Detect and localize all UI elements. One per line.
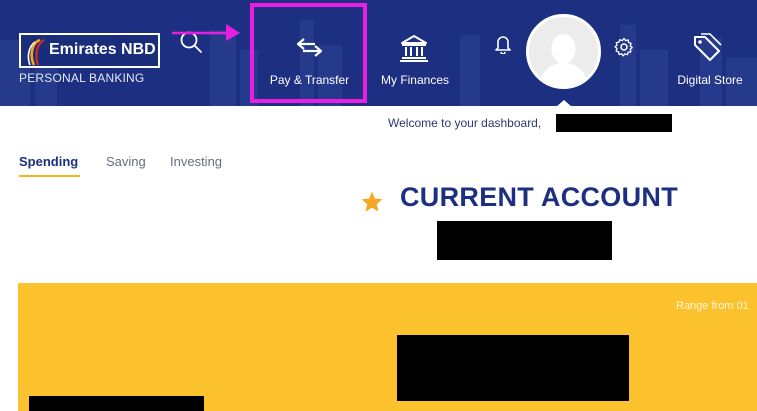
transfer-arrows-icon [296, 38, 323, 57]
avatar-pointer [556, 100, 572, 106]
redacted-user-name [556, 114, 672, 132]
tab-spending[interactable]: Spending [19, 154, 78, 169]
star-icon[interactable] [360, 190, 384, 214]
user-silhouette-icon [539, 34, 588, 86]
nav-my-finances[interactable]: My Finances [376, 0, 454, 106]
date-range-text: Range from 01 [676, 300, 749, 312]
welcome-message: Welcome to your dashboard, [388, 116, 542, 130]
bank-building-icon [400, 35, 428, 62]
emirates-nbd-logo-icon [27, 39, 45, 66]
redacted-account-number [437, 221, 612, 260]
notifications-button[interactable] [494, 34, 512, 55]
active-tab-indicator [19, 175, 80, 177]
brand-subtitle: PERSONAL BANKING [19, 71, 145, 85]
account-title-label: CURRENT ACCOUNT [400, 182, 678, 212]
brand-logo-box: Emirates NBD [19, 33, 160, 68]
redacted-card-detail [29, 396, 204, 411]
gear-icon [614, 37, 633, 57]
price-tag-icon [694, 33, 722, 61]
nav-pay-transfer-label: Pay & Transfer [269, 73, 350, 87]
balance-card: Range from 01 [18, 283, 757, 411]
brand-name: Emirates NBD [49, 41, 156, 58]
settings-button[interactable] [614, 37, 634, 57]
nav-pay-transfer[interactable]: Pay & Transfer [252, 0, 367, 106]
redacted-balance [397, 335, 629, 401]
bell-icon [495, 36, 511, 55]
nav-digital-store-label: Digital Store [677, 73, 743, 87]
nav-my-finances-label: My Finances [380, 73, 450, 87]
nav-digital-store[interactable]: Digital Store [672, 0, 748, 106]
top-navigation-bar: Emirates NBD PERSONAL BANKING Pay & Tran… [0, 0, 757, 106]
tab-investing[interactable]: Investing [170, 154, 222, 169]
annotation-arrow-icon [172, 24, 240, 41]
tab-saving[interactable]: Saving [106, 154, 146, 169]
user-avatar[interactable] [526, 14, 601, 89]
